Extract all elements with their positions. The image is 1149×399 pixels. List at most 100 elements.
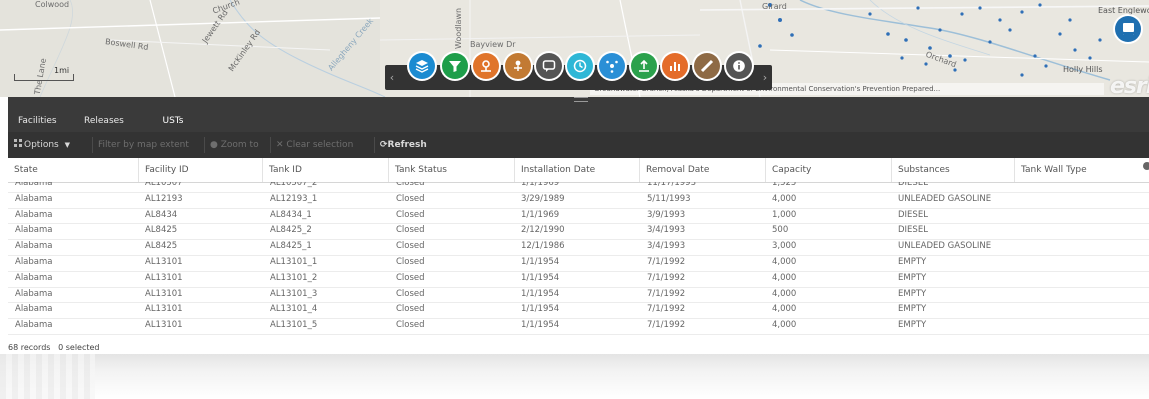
map-label: Holly Hills: [1063, 65, 1103, 74]
column-header-tank-wall-type[interactable]: Tank Wall Type: [1014, 158, 1138, 182]
table-row[interactable]: Alabama AL8425 AL8425_1 Closed 12/1/1986 3/4/…: [8, 239, 1149, 256]
refresh-label: Refresh: [387, 140, 427, 150]
table-row[interactable]: Alabama AL13101 AL13101_1 Closed 1/1/1954 7/1…: [8, 255, 1149, 272]
map-pin-icon: ●: [210, 140, 218, 150]
cell-tank-status: Closed: [396, 288, 425, 299]
cell-tank-status: Closed: [396, 225, 425, 236]
cell-state: Alabama: [15, 225, 53, 236]
cell-facility-id: AL12193: [145, 193, 183, 204]
filter-by-extent-toggle[interactable]: Filter by map extent: [98, 132, 189, 158]
toolbar-prev-button[interactable]: ‹: [385, 65, 399, 90]
tab-facilities[interactable]: Facilities: [18, 110, 57, 132]
cell-installation-date: 1/1/1954: [521, 272, 560, 283]
column-header-tank-status[interactable]: Tank Status: [388, 158, 514, 182]
cell-capacity: 4,000: [772, 257, 797, 267]
cell-installation-date: 1/1/1954: [521, 304, 560, 315]
cell-facility-id: AL8425: [145, 241, 178, 252]
basemap-layers-button[interactable]: [1115, 16, 1141, 42]
cell-facility-id: AL8434: [145, 209, 178, 220]
tab-releases[interactable]: Releases: [84, 110, 124, 132]
clear-selection-button[interactable]: ✕ Clear selection: [276, 132, 353, 158]
column-header-tank-id[interactable]: Tank ID: [262, 158, 388, 182]
cell-substances: DIESEL: [898, 182, 928, 188]
table-row[interactable]: Alabama AL8425 AL8425_2 Closed 2/12/1990 3/4/…: [8, 223, 1149, 241]
cell-tank-wall-type: [1014, 318, 1021, 333]
chart-icon: [670, 62, 680, 71]
cell-tank-status: Closed: [396, 193, 425, 204]
cell-removal-date: 3/4/1993: [647, 225, 686, 236]
cell-substances: UNLEADED GASOLINE: [898, 193, 992, 204]
table-row[interactable]: Alabama AL13101 AL13101_3 Closed 1/1/1954 7/1…: [8, 287, 1149, 304]
refresh-button[interactable]: ⟳Refresh: [380, 132, 427, 158]
cell-state: Alabama: [15, 304, 53, 315]
column-header-facility-id[interactable]: Facility ID: [138, 158, 262, 182]
cell-removal-date: 3/4/1993: [647, 241, 686, 252]
close-icon: ✕: [276, 140, 284, 150]
column-header-capacity[interactable]: Capacity: [765, 158, 891, 182]
table-row[interactable]: Alabama AL8434 AL8434_1 Closed 1/1/1969 3/9/1…: [8, 208, 1149, 225]
measure-tool-button[interactable]: [694, 53, 720, 79]
cell-tank-wall-type: [1014, 223, 1021, 238]
cell-installation-date: 1/1/1954: [521, 257, 560, 267]
filter-tool-button[interactable]: [442, 53, 468, 79]
table-row[interactable]: Alabama AL13101 AL13101_4 Closed 1/1/1954 7/1…: [8, 302, 1149, 320]
cell-removal-date: 7/1/1992: [647, 272, 686, 283]
tab-usts[interactable]: USTs: [145, 110, 201, 134]
zoom-to-button[interactable]: ● Zoom to: [210, 132, 259, 158]
column-header-removal-date[interactable]: Removal Date: [639, 158, 765, 182]
share-tool-button[interactable]: [599, 53, 625, 79]
cell-installation-date: 1/1/1954: [521, 288, 560, 299]
cell-substances: EMPTY: [898, 288, 927, 299]
cell-capacity: 500: [772, 225, 789, 236]
layers-tool-button[interactable]: [409, 53, 435, 79]
cell-capacity: 4,000: [772, 193, 797, 204]
clock-icon: [573, 59, 587, 73]
column-header-installation-date[interactable]: Installation Date: [514, 158, 639, 182]
cell-substances: DIESEL: [898, 209, 928, 220]
cell-facility-id: AL10507: [145, 182, 183, 188]
grid-icon: [14, 139, 22, 147]
panel-collapse-handle[interactable]: [574, 97, 588, 102]
info-icon: [733, 60, 745, 72]
chart-tool-button[interactable]: [662, 53, 688, 79]
map-label: Woodlawn: [454, 7, 464, 50]
column-menu-icon[interactable]: [1143, 162, 1149, 170]
cell-tank-id: AL13101_1: [270, 257, 318, 267]
cell-tank-wall-type: [1014, 287, 1021, 302]
cell-tank-wall-type: [1014, 208, 1021, 223]
cell-tank-id: AL8425_2: [270, 225, 312, 236]
table-row[interactable]: Alabama AL13101 AL13101_5 Closed 1/1/1954 7/1…: [8, 318, 1149, 335]
time-tool-button[interactable]: [567, 53, 593, 79]
info-tool-button[interactable]: [726, 53, 752, 79]
table-row[interactable]: Alabama AL12193 AL12193_1 Closed 3/29/1989 5/…: [8, 192, 1149, 209]
cell-facility-id: AL13101: [145, 288, 183, 299]
cell-tank-id: AL12193_1: [270, 193, 318, 204]
table-row[interactable]: Alabama AL13101 AL13101_2 Closed 1/1/1954 7/1…: [8, 271, 1149, 288]
person-pin-tool-button[interactable]: [505, 53, 531, 79]
upload-tool-button[interactable]: [631, 53, 657, 79]
table-action-bar: Options ▼ Filter by map extent ● Zoom to…: [8, 132, 1149, 158]
cell-capacity: 4,000: [772, 304, 797, 315]
options-button[interactable]: Options ▼: [14, 132, 70, 158]
upload-icon: [639, 59, 649, 72]
ruler-icon: [700, 59, 714, 73]
cell-installation-date: 1/1/1969: [521, 209, 560, 220]
divider: [270, 137, 271, 153]
toolbar-next-button[interactable]: ›: [758, 65, 772, 90]
column-header-substances[interactable]: Substances: [891, 158, 1014, 182]
chat-tool-button[interactable]: [536, 53, 562, 79]
column-header-state[interactable]: State: [8, 158, 138, 182]
location-tool-button[interactable]: [473, 53, 499, 79]
scale-label: 1mi: [54, 66, 70, 75]
attribute-table-panel: Facilities Releases USTs Options ▼ Filte…: [8, 97, 1149, 354]
cell-facility-id: AL13101: [145, 320, 183, 331]
location-icon: [481, 60, 491, 72]
cell-capacity: 1,000: [772, 209, 797, 220]
filter-icon: [449, 61, 461, 72]
cell-tank-id: AL13101_3: [270, 288, 318, 299]
cell-state: Alabama: [15, 241, 53, 252]
map-view[interactable]: Colwood Church Boswell Rd Jewett Rd McKi…: [0, 0, 1149, 97]
map-label: East Englewood: [1098, 6, 1149, 15]
cell-removal-date: 7/1/1992: [647, 257, 686, 267]
cell-tank-status: Closed: [396, 241, 425, 252]
